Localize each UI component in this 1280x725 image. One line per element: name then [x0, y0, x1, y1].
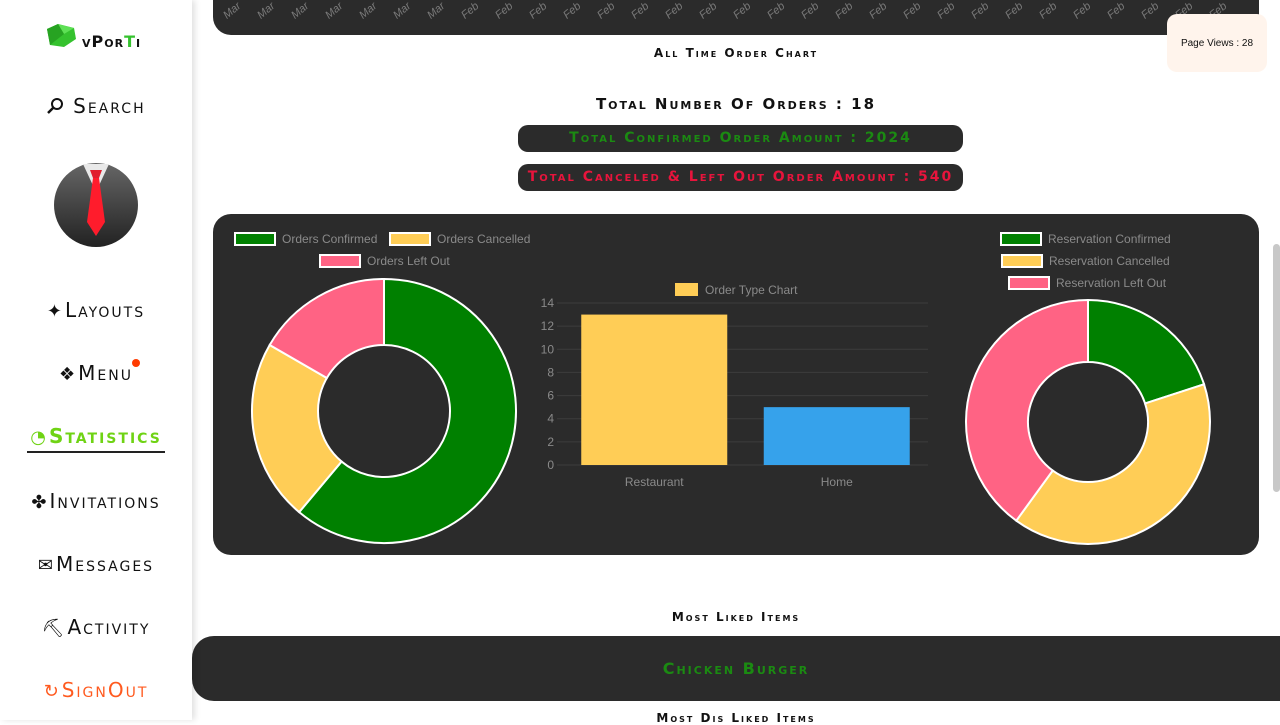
pie-icon: ◔ [30, 427, 48, 448]
reservation-donut-chart [965, 298, 1211, 545]
x-tick-label: Feb [765, 0, 788, 22]
menu-diamond-icon: ❖ [59, 364, 78, 385]
x-tick-label: Feb [731, 0, 754, 22]
x-tick-label: Feb [595, 0, 618, 22]
sidebar-item-label: SignOut [61, 678, 149, 702]
all-time-order-chart-title: All Time Order Chart [653, 46, 819, 60]
avatar[interactable] [53, 162, 139, 248]
x-tick-label: Mar [425, 0, 448, 22]
x-tick-label: Feb [1105, 0, 1128, 22]
sidebar-item-signout[interactable]: ↻SignOut [0, 678, 192, 702]
canceled-amount-pill: Total Canceled & Left Out Order Amount :… [518, 164, 963, 191]
x-tick-label: Feb [901, 0, 924, 22]
x-tick-label: Feb [969, 0, 992, 22]
sidebar: vPorTi Search ✦Layouts ❖Menu ◔Statistics… [0, 0, 192, 720]
signout-icon: ↻ [43, 681, 61, 702]
brand-name: vPorTi [82, 32, 142, 51]
most-liked-item-bar: Chicken Burger [192, 636, 1280, 701]
x-tick-label: Mar [391, 0, 414, 22]
x-tick-label: Mar [255, 0, 278, 22]
sidebar-item-messages[interactable]: ✉Messages [0, 552, 192, 576]
sidebar-item-search[interactable]: Search [0, 94, 192, 118]
x-tick-label: Feb [935, 0, 958, 22]
orders-donut-chart [251, 277, 517, 544]
confirmed-amount-pill: Total Confirmed Order Amount : 2024 [518, 125, 963, 152]
active-underline [27, 451, 165, 453]
sidebar-item-activity[interactable]: ⛏Activity [0, 615, 192, 639]
most-disliked-heading: Most Dis Liked Items [656, 711, 816, 725]
x-tick-label: Feb [561, 0, 584, 22]
x-tick-label: Feb [833, 0, 856, 22]
sidebar-item-menu[interactable]: ❖Menu [0, 359, 192, 385]
x-tick-label: Feb [493, 0, 516, 22]
x-tick-label: Mar [221, 0, 244, 22]
pick-icon: ⛏ [41, 618, 67, 639]
x-tick-label: Feb [697, 0, 720, 22]
x-tick-label: Feb [663, 0, 686, 22]
bar-home[interactable] [763, 407, 910, 465]
y-tick-label: 12 [541, 319, 555, 333]
x-tick-label: Feb [629, 0, 652, 22]
sidebar-item-label: Layouts [64, 298, 146, 322]
sidebar-item-statistics[interactable]: ◔Statistics [0, 424, 192, 453]
sidebar-item-label: Statistics [48, 424, 162, 448]
sidebar-item-label: Menu [78, 361, 133, 385]
order-type-bar-chart: 0 2 4 6 8 10 12 14 Restaurant Home Order Type Char… [541, 283, 928, 489]
most-liked-item: Chicken Burger [662, 659, 810, 678]
y-tick-label: 14 [541, 296, 555, 310]
x-tick-label: Feb [459, 0, 482, 22]
x-tick-label: Mar [289, 0, 312, 22]
x-tick-label: Mar [357, 0, 380, 22]
x-category-label: Home [821, 475, 853, 489]
x-tick-label: Feb [527, 0, 550, 22]
x-tick-label: Feb [1071, 0, 1094, 22]
donut-slice-reservation-confirmed[interactable] [1087, 298, 1206, 405]
bar-legend-label[interactable]: Order Type Chart [705, 283, 798, 297]
bar-legend-swatch [675, 283, 698, 296]
sidebar-item-layouts[interactable]: ✦Layouts [0, 298, 192, 322]
sidebar-item-label: Messages [56, 552, 155, 576]
charts-svg: 0 2 4 6 8 10 12 14 Restaurant Home Order Type Char… [251, 277, 1211, 545]
sidebar-item-label: Search [73, 94, 146, 118]
x-tick-label: Feb [1037, 0, 1060, 22]
bar-restaurant[interactable] [581, 314, 728, 465]
club-icon: ✤ [31, 492, 49, 513]
sidebar-item-label: Activity [67, 615, 151, 639]
y-tick-label: 2 [547, 435, 554, 449]
x-tick-label: Feb [867, 0, 890, 22]
x-category-label: Restaurant [625, 475, 684, 489]
y-tick-label: 6 [547, 389, 554, 403]
y-tick-label: 10 [541, 342, 555, 356]
y-tick-label: 8 [547, 365, 554, 379]
charts-panel: Orders Confirmed Orders Cancelled Orders… [213, 214, 1259, 555]
brand-logo[interactable]: vPorTi [44, 20, 141, 51]
x-tick-label: Feb [1003, 0, 1026, 22]
most-liked-heading: Most Liked Items [671, 610, 801, 624]
notification-dot [132, 359, 140, 367]
sidebar-item-label: Invitations [49, 489, 161, 513]
mail-icon: ✉ [37, 555, 56, 576]
search-icon [46, 97, 72, 118]
x-tick-label: Feb [799, 0, 822, 22]
time-series-chart-strip: Mar Mar Mar Mar Mar Mar Mar Feb Feb Feb Feb Feb Feb F… [213, 0, 1259, 35]
scrollbar[interactable] [1273, 244, 1280, 492]
sidebar-item-invitations[interactable]: ✤Invitations [0, 489, 192, 513]
page-views-box: Page Views : 28 [1167, 14, 1267, 72]
gem-logo-icon [47, 23, 76, 47]
y-tick-label: 4 [547, 412, 554, 426]
sparkle-icon: ✦ [46, 301, 64, 322]
x-tick-label: Mar [323, 0, 346, 22]
y-tick-label: 0 [547, 458, 554, 472]
x-axis-ticks: Mar Mar Mar Mar Mar Mar Mar Feb Feb Feb Feb Feb Feb F… [221, 0, 1241, 21]
total-orders-heading: Total Number Of Orders : 18 [595, 95, 877, 113]
